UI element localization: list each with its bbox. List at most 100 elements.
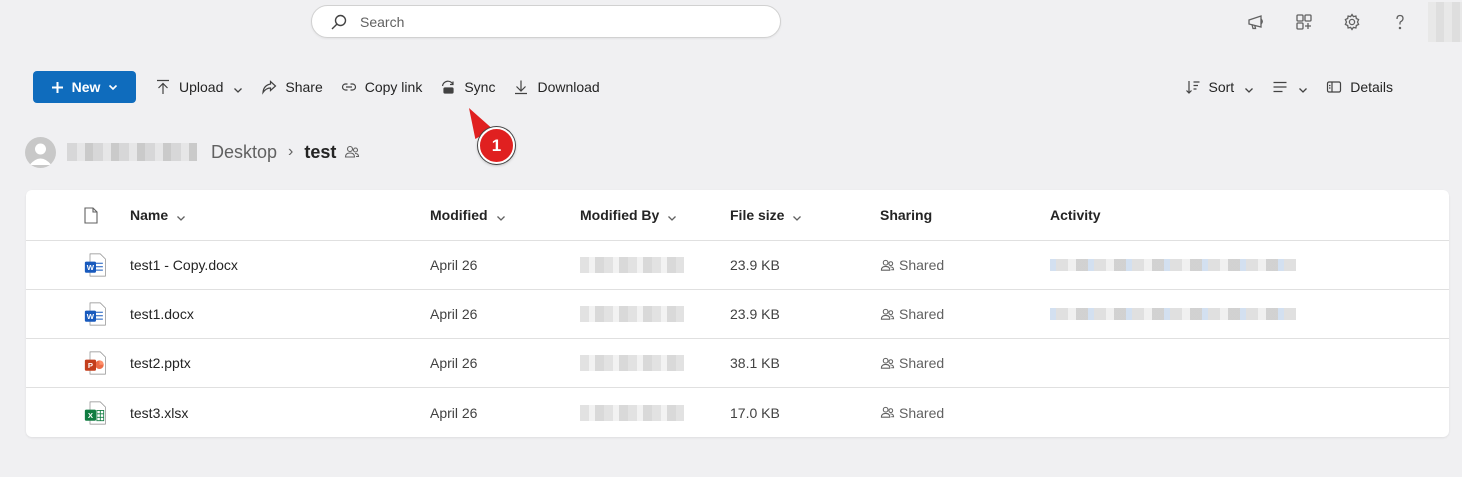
redacted-user <box>580 257 684 273</box>
shared-people-icon <box>880 356 895 371</box>
file-size: 23.9 KB <box>730 306 780 322</box>
details-label: Details <box>1350 79 1393 95</box>
chevron-down-icon <box>1244 82 1254 93</box>
chevron-down-icon <box>496 210 506 221</box>
megaphone-icon[interactable] <box>1232 0 1280 44</box>
modified-by <box>580 257 684 273</box>
shared-people-icon <box>344 144 360 160</box>
file-name[interactable]: test1 - Copy.docx <box>130 257 238 273</box>
link-icon <box>341 79 357 95</box>
sync-label: Sync <box>464 79 496 95</box>
details-pane-icon <box>1326 79 1342 95</box>
new-button-label: New <box>71 79 101 95</box>
column-header-sharing[interactable]: Sharing <box>880 207 932 223</box>
sharing-status[interactable]: Shared <box>880 405 944 421</box>
share-label: Share <box>285 79 323 95</box>
table-row[interactable]: X test3.xlsx April 26 17.0 KB Shared <box>26 388 1449 437</box>
redacted-user <box>580 404 684 421</box>
annotation-marker: 1 <box>478 127 515 164</box>
excel-file-icon: X <box>84 398 108 428</box>
svg-text:W: W <box>87 263 95 272</box>
details-button[interactable]: Details <box>1317 71 1402 103</box>
chevron-down-icon <box>1298 82 1308 93</box>
sharing-label: Shared <box>899 306 945 322</box>
copy-link-label: Copy link <box>364 79 423 95</box>
sync-icon <box>440 79 456 95</box>
column-header-modified-by[interactable]: Modified By <box>580 207 677 223</box>
modified-date: April 26 <box>430 404 478 421</box>
file-list: Name Modified Modified By File size Shar… <box>26 190 1449 437</box>
breadcrumb: Desktop › test <box>25 136 360 168</box>
account-avatar[interactable] <box>1428 2 1462 42</box>
chevron-down-icon <box>792 210 802 221</box>
shared-people-icon <box>880 307 895 322</box>
modified-date: April 26 <box>430 306 478 322</box>
word-file-icon: W <box>84 250 108 280</box>
column-header-file-size-label: File size <box>730 207 785 223</box>
download-button[interactable]: Download <box>504 71 608 103</box>
modified-by <box>580 404 684 421</box>
download-label: Download <box>537 79 600 95</box>
sharing-status[interactable]: Shared <box>880 355 944 371</box>
file-name[interactable]: test3.xlsx <box>130 405 188 421</box>
upload-button[interactable]: Upload <box>146 71 252 103</box>
app-switch-icon[interactable] <box>1280 0 1328 44</box>
sharing-label: Shared <box>899 404 945 421</box>
modified-date: April 26 <box>430 355 478 371</box>
command-bar-right: Sort Details <box>1176 71 1402 103</box>
command-bar: New Upload Share Copy link Sync Download… <box>33 71 1402 103</box>
word-file-icon: W <box>84 299 108 329</box>
search-box[interactable] <box>311 5 781 38</box>
activity <box>1050 308 1296 320</box>
redacted-activity <box>1050 259 1296 271</box>
chevron-down-icon <box>176 210 186 221</box>
table-header: Name Modified Modified By File size Shar… <box>26 190 1449 241</box>
sharing-label: Shared <box>899 355 945 371</box>
column-header-name-label: Name <box>130 207 169 223</box>
table-row[interactable]: W test1.docx April 26 23.9 KB Shared <box>26 290 1449 339</box>
view-options-button[interactable] <box>1263 71 1317 103</box>
file-name[interactable]: test2.pptx <box>130 355 191 371</box>
file-size: 17.0 KB <box>730 404 780 421</box>
activity <box>1050 259 1296 271</box>
file-size: 23.9 KB <box>730 257 780 273</box>
column-header-file-size[interactable]: File size <box>730 207 802 223</box>
sharing-status[interactable]: Shared <box>880 306 944 322</box>
chevron-down-icon <box>233 82 243 93</box>
file-type-icon[interactable] <box>84 206 108 224</box>
table-row[interactable]: P test2.pptx April 26 38.1 KB Shared <box>26 339 1449 388</box>
help-icon[interactable] <box>1376 0 1424 44</box>
breadcrumb-item-desktop[interactable]: Desktop <box>211 142 277 163</box>
column-header-name[interactable]: Name <box>130 207 186 223</box>
chevron-down-icon <box>108 82 118 92</box>
file-name[interactable]: test1.docx <box>130 306 194 322</box>
upload-icon <box>155 79 171 95</box>
search-input[interactable] <box>360 13 740 30</box>
sharing-status[interactable]: Shared <box>880 257 944 273</box>
sort-button[interactable]: Sort <box>1176 71 1264 103</box>
breadcrumb-separator: › <box>288 143 294 160</box>
chevron-down-icon <box>667 210 677 221</box>
modified-by <box>580 306 684 322</box>
modified-by <box>580 355 684 371</box>
redacted-user <box>580 355 684 371</box>
share-button[interactable]: Share <box>252 71 331 103</box>
shared-people-icon <box>880 258 895 273</box>
copy-link-button[interactable]: Copy link <box>332 71 432 103</box>
download-icon <box>513 79 529 95</box>
column-header-modified[interactable]: Modified <box>430 207 506 223</box>
avatar[interactable] <box>25 136 56 168</box>
svg-text:W: W <box>87 312 95 321</box>
powerpoint-file-icon: P <box>84 348 108 378</box>
sync-button[interactable]: Sync <box>431 71 504 103</box>
breadcrumb-owner[interactable] <box>67 143 197 161</box>
share-icon <box>261 79 277 95</box>
redacted-activity <box>1050 308 1296 320</box>
new-button[interactable]: New <box>33 71 136 103</box>
column-header-activity[interactable]: Activity <box>1050 207 1101 223</box>
table-row[interactable]: W test1 - Copy.docx April 26 23.9 KB Sha… <box>26 241 1449 290</box>
redacted-user <box>580 306 684 322</box>
gear-icon[interactable] <box>1328 0 1376 44</box>
shared-people-icon <box>880 405 895 420</box>
list-view-icon <box>1272 79 1288 95</box>
